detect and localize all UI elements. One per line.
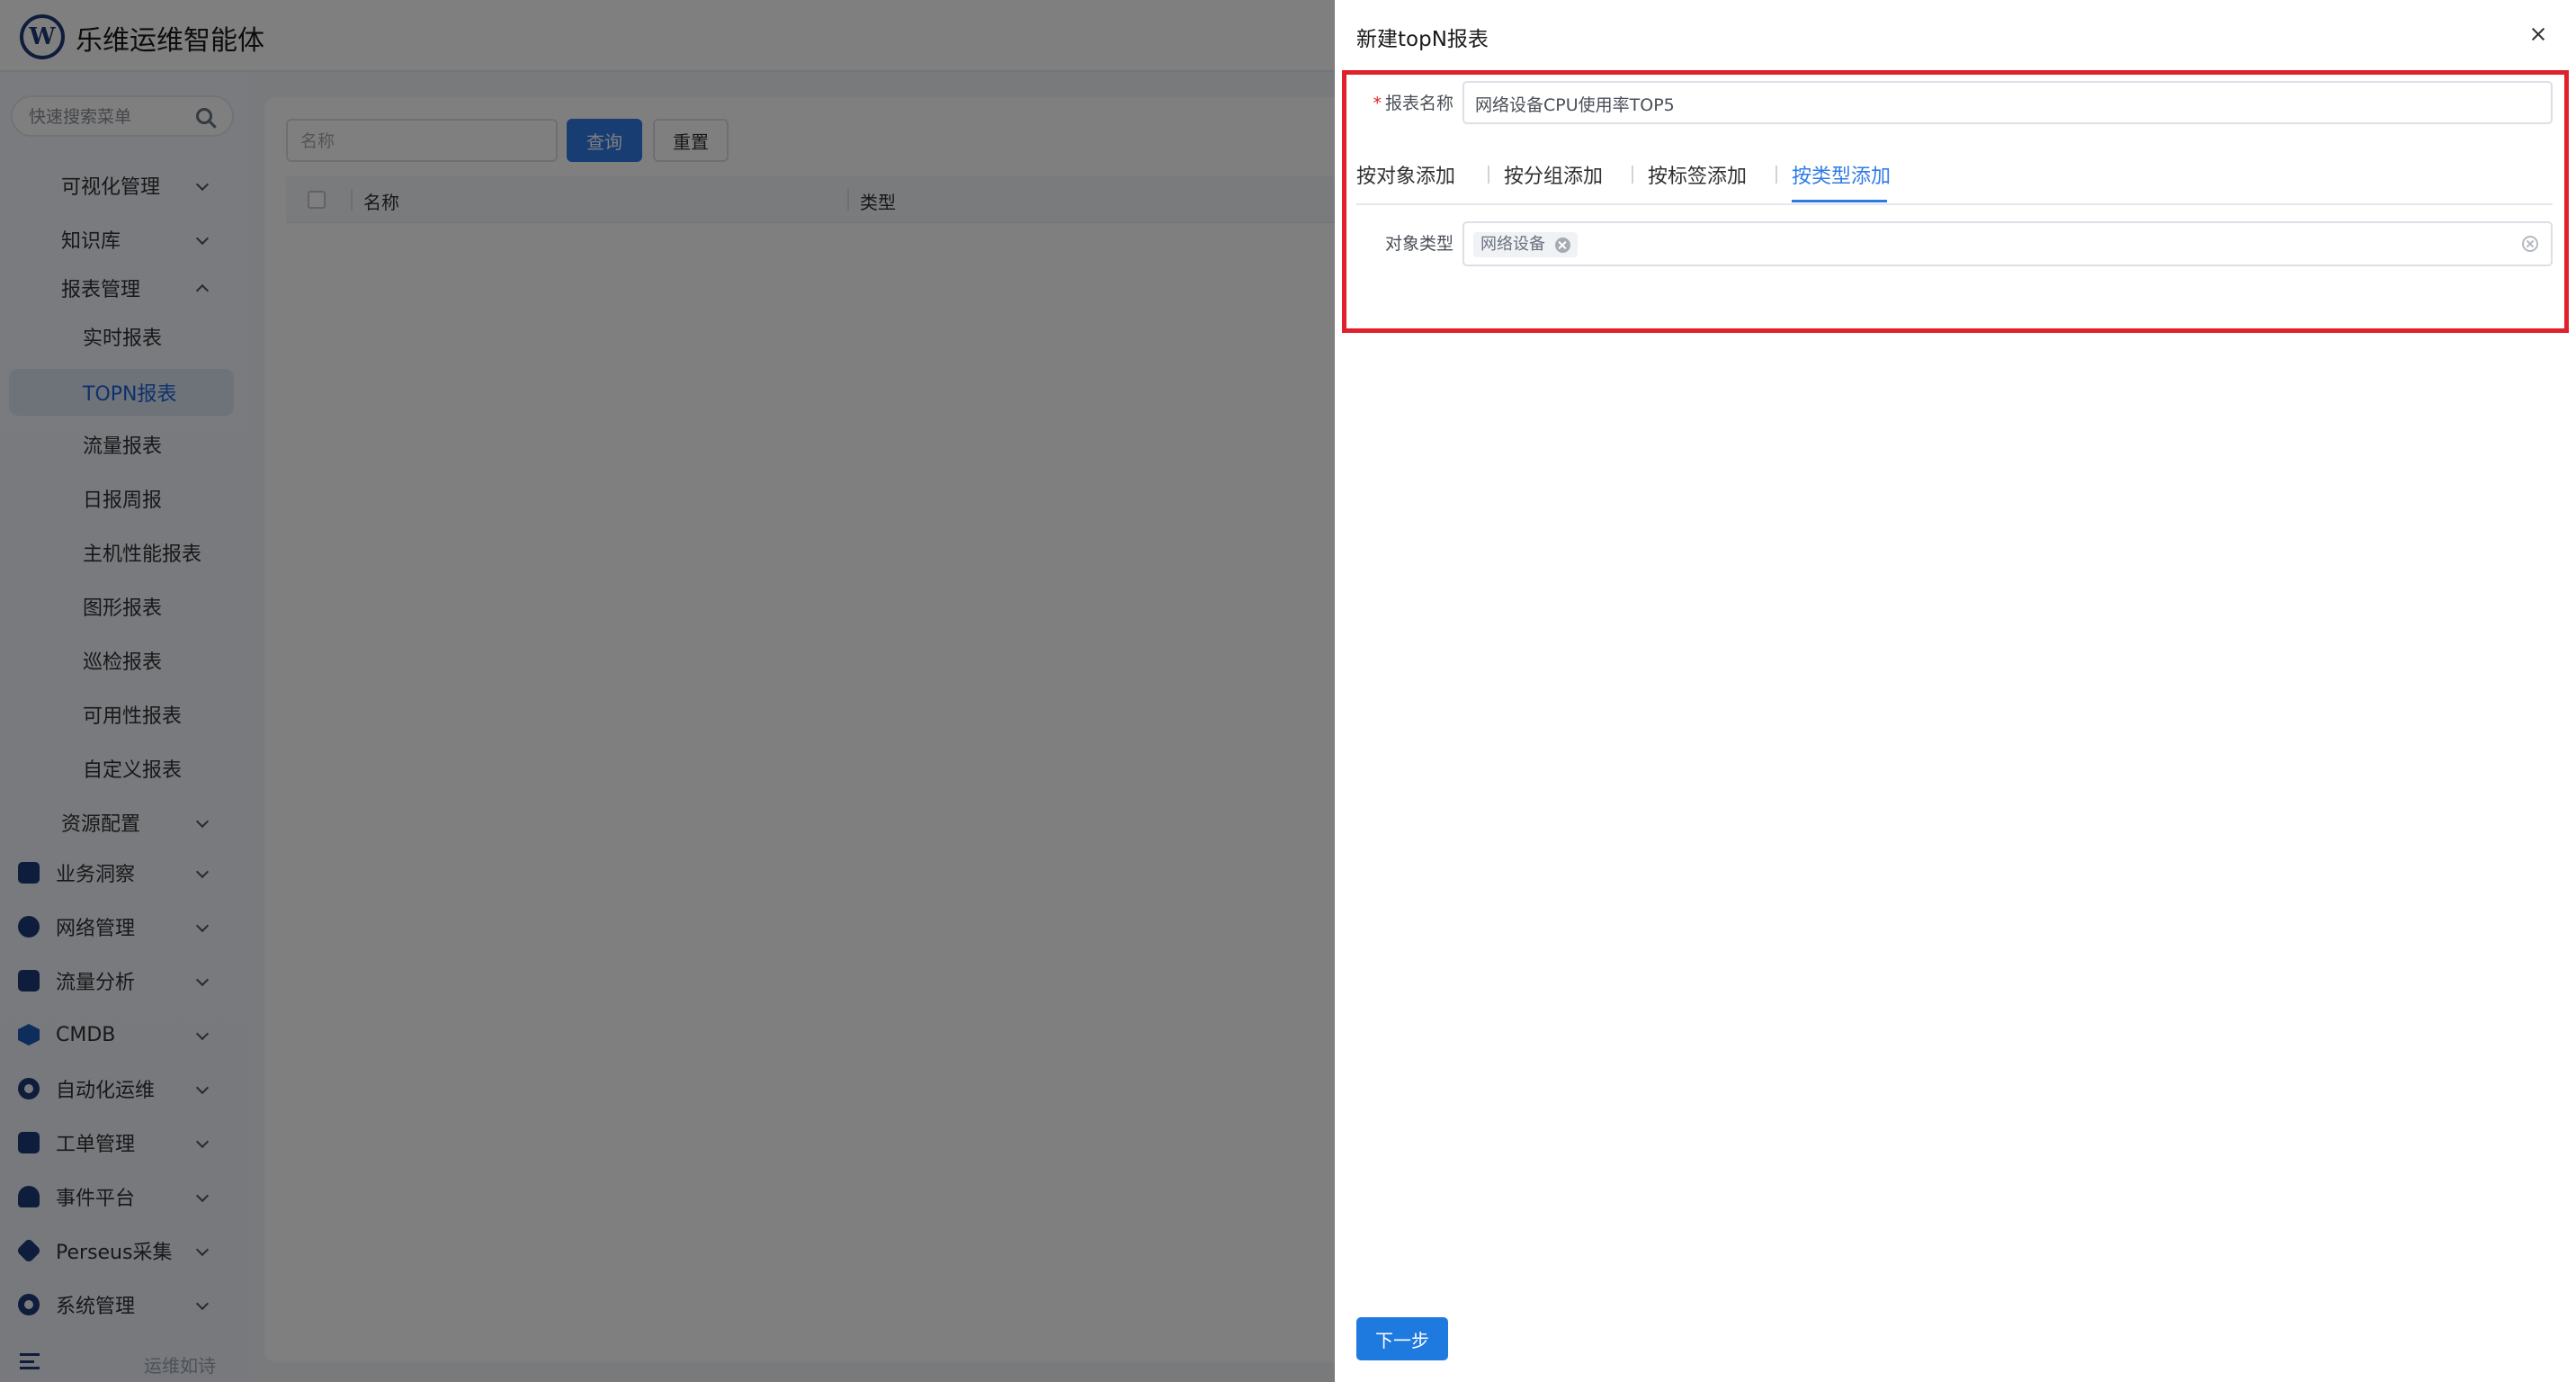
report-name-field[interactable] [1462,81,2553,124]
tab-by-tag[interactable]: 按标签添加 [1648,160,1747,189]
close-icon[interactable] [2527,23,2549,45]
active-tab-indicator [1792,200,1887,202]
tab-divider [1632,166,1633,184]
create-topn-drawer: 新建topN报表 *报表名称 按对象添加 按分组添加 按标签添加 按类型添加 对… [1335,0,2576,1382]
object-type-select[interactable]: 网络设备 [1462,221,2553,266]
next-step-button[interactable]: 下一步 [1356,1317,1448,1360]
tab-by-group[interactable]: 按分组添加 [1504,160,1603,189]
clear-icon[interactable] [2522,236,2538,252]
required-mark: * [1373,94,1382,113]
tab-divider [1775,166,1777,184]
selected-type-tag: 网络设备 [1473,232,1578,257]
tag-label: 网络设备 [1480,235,1545,254]
add-mode-tabs: 按对象添加 按分组添加 按标签添加 按类型添加 [1356,155,2553,205]
tab-by-type[interactable]: 按类型添加 [1792,160,1891,189]
report-name-label: * 报表名称 [1373,94,1453,113]
tab-divider [1488,166,1489,184]
drawer-title: 新建topN报表 [1356,28,1489,51]
report-name-input[interactable] [1475,92,2536,115]
object-type-label: 对象类型 [1384,234,1453,254]
tag-close-icon[interactable] [1555,238,1570,253]
tab-by-object[interactable]: 按对象添加 [1356,160,1455,189]
